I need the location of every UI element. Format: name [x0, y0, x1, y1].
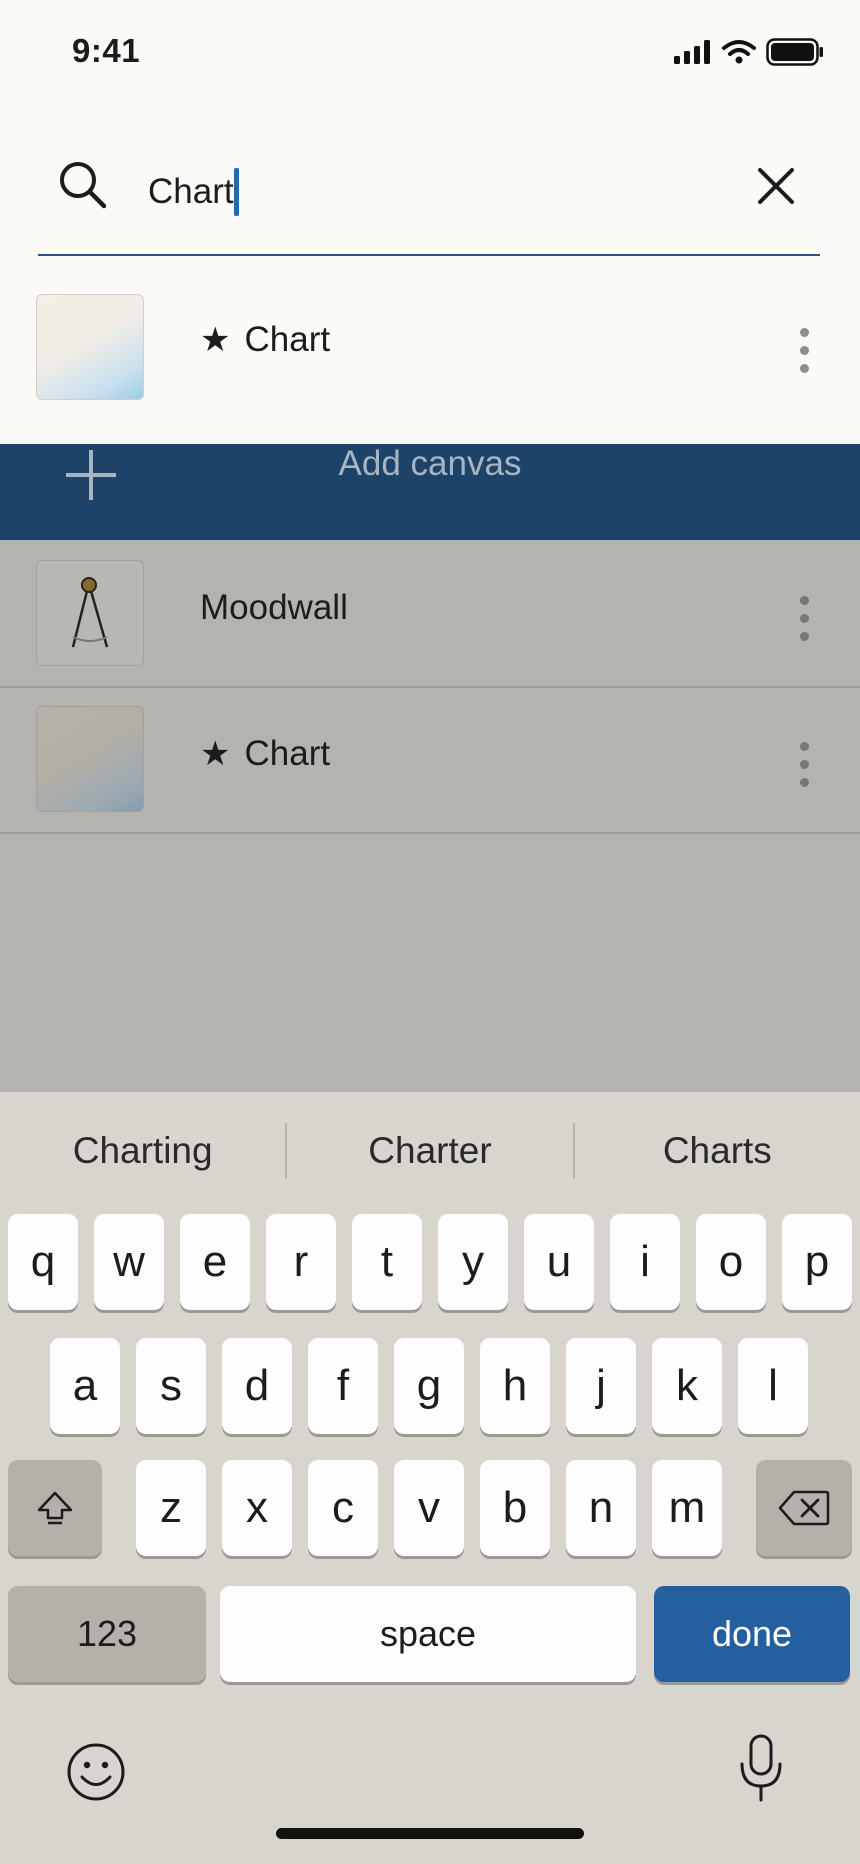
- canvas-list-item[interactable]: ★ Chart: [0, 688, 860, 834]
- key-k[interactable]: k: [652, 1338, 722, 1434]
- key-g[interactable]: g: [394, 1338, 464, 1434]
- more-options-button[interactable]: [798, 328, 810, 373]
- key-h[interactable]: h: [480, 1338, 550, 1434]
- search-icon: [60, 162, 107, 209]
- status-time: 9:41: [72, 32, 141, 69]
- key-p[interactable]: p: [782, 1214, 852, 1310]
- key-o[interactable]: o: [696, 1214, 766, 1310]
- wifi-icon: [722, 40, 756, 64]
- result-title-wrap: ★ Chart: [200, 320, 330, 360]
- canvas-title: Chart: [244, 734, 331, 773]
- home-indicator: [276, 1828, 584, 1839]
- canvas-title-wrap: Moodwall: [200, 588, 348, 628]
- result-title: Chart: [244, 320, 331, 359]
- key-d[interactable]: d: [222, 1338, 292, 1434]
- suggestion-item[interactable]: Charting: [0, 1130, 285, 1172]
- canvas-title: Moodwall: [200, 588, 348, 627]
- canvas-title-wrap: ★ Chart: [200, 734, 330, 774]
- key-j[interactable]: j: [566, 1338, 636, 1434]
- space-key[interactable]: space: [220, 1586, 636, 1682]
- key-r[interactable]: r: [266, 1214, 336, 1310]
- key-f[interactable]: f: [308, 1338, 378, 1434]
- key-a[interactable]: a: [50, 1338, 120, 1434]
- key-t[interactable]: t: [352, 1214, 422, 1310]
- key-n[interactable]: n: [566, 1460, 636, 1556]
- key-v[interactable]: v: [394, 1460, 464, 1556]
- key-m[interactable]: m: [652, 1460, 722, 1556]
- status-icons: [674, 38, 824, 66]
- key-w[interactable]: w: [94, 1214, 164, 1310]
- more-options-button[interactable]: [798, 742, 810, 787]
- star-icon: ★: [200, 735, 231, 773]
- key-u[interactable]: u: [524, 1214, 594, 1310]
- delete-key[interactable]: [756, 1460, 852, 1556]
- shift-key[interactable]: [8, 1460, 102, 1556]
- clear-search-button[interactable]: [752, 162, 800, 210]
- star-icon: ★: [200, 321, 231, 359]
- search-query: Chart: [148, 172, 234, 211]
- canvas-thumbnail: [36, 294, 144, 400]
- key-y[interactable]: y: [438, 1214, 508, 1310]
- key-c[interactable]: c: [308, 1460, 378, 1556]
- suggestion-item[interactable]: Charter: [287, 1130, 572, 1172]
- microphone-icon[interactable]: [738, 1734, 784, 1802]
- canvas-list-item[interactable]: Moodwall: [0, 542, 860, 688]
- done-key[interactable]: done: [654, 1586, 850, 1682]
- key-e[interactable]: e: [180, 1214, 250, 1310]
- key-q[interactable]: q: [8, 1214, 78, 1310]
- key-z[interactable]: z: [136, 1460, 206, 1556]
- suggestion-item[interactable]: Charts: [575, 1130, 860, 1172]
- search-bar[interactable]: Chart: [38, 130, 820, 256]
- numbers-key[interactable]: 123: [8, 1586, 206, 1682]
- emoji-icon[interactable]: [66, 1742, 126, 1802]
- key-l[interactable]: l: [738, 1338, 808, 1434]
- text-cursor: [233, 168, 239, 216]
- search-result-item[interactable]: ★ Chart: [0, 282, 860, 442]
- key-x[interactable]: x: [222, 1460, 292, 1556]
- backspace-icon: [778, 1490, 830, 1526]
- shift-icon: [37, 1491, 73, 1525]
- canvas-thumbnail: [36, 560, 144, 666]
- key-s[interactable]: s: [136, 1338, 206, 1434]
- add-canvas-label: Add canvas: [338, 444, 522, 483]
- canvas-thumbnail: [36, 706, 144, 812]
- compass-drawing-icon: [71, 577, 109, 648]
- key-i[interactable]: i: [610, 1214, 680, 1310]
- more-options-button[interactable]: [798, 596, 810, 641]
- suggestion-bar: Charting Charter Charts: [0, 1092, 860, 1210]
- key-b[interactable]: b: [480, 1460, 550, 1556]
- cellular-signal-icon: [674, 40, 710, 64]
- search-input[interactable]: Chart: [148, 168, 239, 216]
- battery-icon: [766, 38, 823, 66]
